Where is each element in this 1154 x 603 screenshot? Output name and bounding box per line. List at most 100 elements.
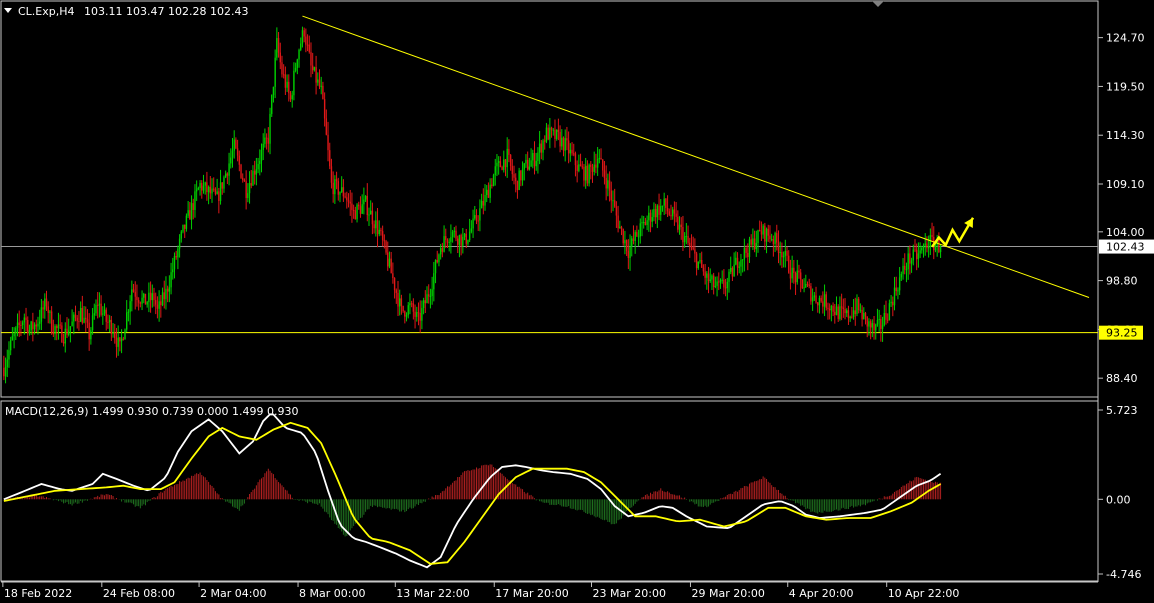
candle	[71, 309, 73, 327]
trading-chart[interactable]: 124.70119.50114.30109.10104.0098.8093.60…	[0, 0, 1154, 603]
candle	[736, 252, 739, 276]
candle	[805, 274, 807, 288]
candle	[921, 245, 923, 254]
candle	[320, 76, 322, 95]
candle	[547, 124, 549, 141]
candle	[535, 152, 537, 171]
candle	[692, 236, 694, 251]
candle	[49, 309, 51, 324]
candle	[724, 278, 727, 297]
candle	[402, 305, 404, 313]
candle	[571, 142, 573, 156]
candle	[30, 320, 32, 335]
candle	[818, 295, 821, 314]
candle	[228, 152, 230, 186]
candle	[57, 312, 60, 340]
candle	[755, 230, 758, 257]
scroll-marker-icon[interactable]	[872, 1, 884, 7]
candle	[18, 310, 20, 337]
candle	[216, 178, 218, 195]
candle	[100, 295, 102, 317]
candle	[883, 304, 885, 327]
candle	[139, 301, 142, 308]
ohlc-values: 103.11 103.47 102.28 102.43	[84, 5, 248, 18]
candle	[489, 178, 491, 203]
time-tick-label: 4 Apr 20:00	[789, 587, 854, 600]
candle	[622, 228, 624, 246]
candle	[902, 258, 904, 280]
candle	[59, 314, 61, 330]
macd-line	[3, 413, 942, 569]
candle	[451, 229, 454, 243]
candle	[897, 287, 899, 300]
candle	[267, 127, 270, 153]
candle	[422, 297, 425, 315]
candle	[407, 302, 409, 319]
time-tick-label: 18 Feb 2022	[4, 587, 72, 600]
candle	[197, 186, 200, 191]
candle	[508, 139, 510, 163]
candle	[873, 316, 875, 340]
candle	[857, 296, 860, 314]
candle	[6, 349, 8, 378]
candle	[168, 275, 171, 303]
candle	[424, 290, 426, 314]
candle	[27, 316, 29, 341]
candle	[922, 243, 925, 258]
candle	[542, 138, 544, 161]
candle	[668, 208, 670, 217]
candle	[564, 129, 566, 162]
candle	[875, 323, 877, 340]
candle	[131, 280, 133, 312]
candle	[284, 66, 287, 96]
candle	[602, 158, 604, 177]
candle	[499, 156, 502, 168]
candle	[632, 225, 635, 245]
candle	[15, 326, 17, 340]
time-tick-label: 8 Mar 00:00	[299, 587, 365, 600]
candle	[757, 229, 759, 253]
candle	[878, 309, 880, 332]
candle	[566, 126, 568, 151]
candle	[491, 178, 493, 189]
candle	[895, 276, 897, 296]
candle	[728, 269, 730, 293]
trendline-layer[interactable]	[302, 15, 1090, 298]
candle	[318, 69, 321, 90]
candle	[446, 238, 449, 248]
candle	[190, 195, 193, 230]
candle	[346, 191, 348, 209]
candle	[486, 185, 488, 203]
time-tick-label: 24 Feb 08:00	[103, 587, 175, 600]
candle	[271, 94, 273, 117]
candle	[856, 294, 858, 317]
candle	[651, 209, 653, 228]
macd-lines	[3, 413, 942, 569]
candle	[658, 193, 660, 221]
candle	[794, 271, 797, 295]
candle	[801, 279, 804, 289]
price-tick-label: 98.80	[1106, 275, 1138, 288]
candle	[90, 327, 92, 345]
candle	[153, 287, 155, 307]
candle	[516, 180, 519, 199]
candle	[93, 303, 95, 320]
candle	[219, 169, 222, 205]
candle	[144, 293, 147, 305]
candle	[917, 242, 920, 268]
candle	[281, 55, 283, 78]
candle	[262, 133, 264, 161]
candle	[64, 322, 66, 353]
candle	[213, 177, 215, 192]
candle	[735, 251, 737, 266]
candle	[303, 27, 305, 43]
candle	[380, 227, 382, 236]
candle	[741, 259, 744, 273]
candle	[480, 193, 483, 209]
time-tick-label: 29 Mar 20:00	[691, 587, 764, 600]
symbol-menu-icon[interactable]	[4, 8, 12, 13]
candle	[864, 311, 867, 325]
candle	[520, 170, 522, 187]
trendline[interactable]	[302, 15, 1090, 298]
candle	[264, 128, 266, 148]
